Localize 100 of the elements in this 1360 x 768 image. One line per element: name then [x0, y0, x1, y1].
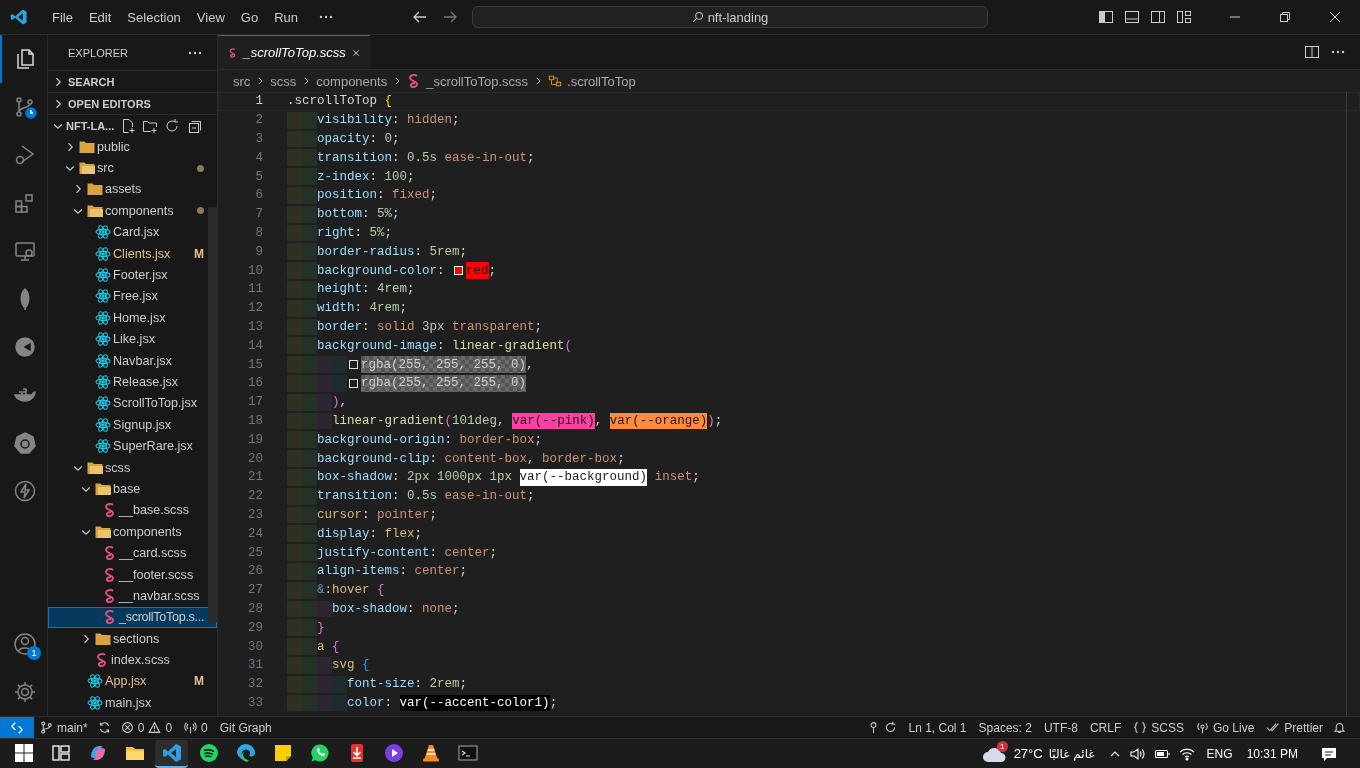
line-number: 20	[247, 451, 263, 466]
tree-item[interactable]: App.jsx M	[48, 670, 205, 693]
breadcrumb-item[interactable]: scss	[270, 73, 297, 89]
tree-item[interactable]: scss	[48, 456, 205, 479]
new-file-icon[interactable]	[120, 117, 137, 134]
code-text: a {	[317, 638, 340, 655]
menu-item[interactable]: View	[188, 9, 233, 25]
ports-item[interactable]: 0	[178, 720, 214, 735]
secondary-sidebar-icon[interactable]	[1150, 9, 1166, 25]
refresh-icon[interactable]	[883, 721, 897, 734]
taskbar-button[interactable]	[155, 739, 188, 768]
tree-item[interactable]: Navbar.jsx	[48, 349, 205, 372]
remote-icon	[10, 720, 24, 735]
split-editor-icon[interactable]	[1304, 44, 1320, 60]
tree-item[interactable]: main.jsx	[48, 692, 205, 714]
prettier-item[interactable]: Prettier	[1260, 720, 1329, 735]
tree-item[interactable]: __navbar.scss	[48, 585, 205, 607]
tree-item[interactable]: components	[48, 200, 205, 222]
tree-item[interactable]: Clients.jsx M	[48, 242, 205, 265]
color-value: var(--background)	[519, 468, 648, 486]
go-live-item[interactable]: Go Live	[1189, 720, 1261, 735]
tree-item[interactable]: __footer.scss	[48, 563, 205, 586]
forward-arrow-icon[interactable]	[442, 9, 458, 25]
refresh-icon[interactable]	[164, 117, 181, 134]
git-graph-item[interactable]: Git Graph	[213, 720, 278, 735]
accounts-item[interactable]: 1	[0, 620, 47, 668]
code-text: ;	[488, 262, 497, 279]
color-swatch-icon[interactable]	[349, 378, 359, 388]
breadcrumb-item[interactable]: components	[316, 73, 388, 89]
scrollbar-thumb[interactable]	[208, 207, 217, 622]
status-item[interactable]: CRLF	[1083, 720, 1128, 735]
tree-item[interactable]: _scrollToTop.s...	[48, 606, 217, 628]
tree-item[interactable]: base	[48, 478, 205, 500]
temperature-text: 27°C	[1013, 746, 1043, 761]
section-header[interactable]: OPEN EDITORS	[48, 92, 217, 114]
tree-item[interactable]: Like.jsx	[48, 328, 205, 350]
status-item[interactable]: Ln 1, Col 1	[902, 720, 973, 735]
color-swatch-icon[interactable]	[349, 360, 359, 370]
problems-item[interactable]: 0 0	[114, 720, 179, 735]
tree-item[interactable]: SuperRare.jsx	[48, 435, 205, 457]
tree-item[interactable]: Free.jsx	[48, 285, 205, 308]
four-squares-icon	[13, 742, 34, 763]
tree-item[interactable]: src	[48, 157, 205, 179]
breadcrumb-item[interactable]: _scrollToTop.scss	[426, 73, 529, 89]
tree-item[interactable]: Footer.jsx	[48, 264, 205, 286]
line-number: 30	[247, 639, 263, 654]
menu-item[interactable]: File	[44, 9, 81, 25]
close-icon[interactable]	[1328, 10, 1342, 24]
back-arrow-icon[interactable]	[412, 9, 428, 25]
branch-item[interactable]: main*	[34, 720, 94, 735]
bell-icon[interactable]	[1333, 721, 1346, 734]
project-name[interactable]: NFT-LA...	[66, 119, 115, 132]
notification-badge: 1	[996, 740, 1008, 752]
tree-item[interactable]: __card.scss	[48, 542, 205, 564]
tree-item[interactable]: Card.jsx	[48, 221, 205, 243]
sidebar-toggle-icon[interactable]	[1098, 9, 1114, 25]
braces-icon	[1133, 721, 1148, 734]
curly-s-icon	[103, 566, 117, 583]
code-text: align-items: center;	[317, 563, 468, 580]
tree-item[interactable]: Signup.jsx	[48, 414, 205, 436]
tree-item[interactable]: index.scss	[48, 649, 205, 671]
remote-button[interactable]	[0, 717, 34, 738]
menu-item[interactable]: Selection	[119, 9, 189, 25]
settings-icon[interactable]	[12, 680, 37, 704]
language-item[interactable]: SCSS	[1127, 720, 1190, 735]
code-text: z-index: 100;	[317, 168, 415, 185]
layout-icon[interactable]	[1176, 9, 1192, 25]
editor-tab[interactable]: _scrollToTop.scss	[218, 35, 370, 69]
code-text: inset;	[653, 469, 700, 486]
search-field[interactable]: nft-landing	[472, 6, 988, 28]
tree-item[interactable]: public	[48, 136, 205, 158]
tree-item[interactable]: __base.scss	[48, 499, 205, 522]
line-number: 12	[247, 301, 263, 316]
breadcrumb-item[interactable]: src	[233, 73, 251, 89]
menu-item[interactable]: Edit	[80, 9, 120, 25]
status-item[interactable]: UTF-8	[1037, 720, 1084, 735]
atom-icon	[95, 288, 111, 305]
status-item[interactable]: Spaces: 2	[972, 720, 1038, 735]
menu-item[interactable]: Go	[232, 9, 267, 25]
code-text: visibility: hidden;	[317, 112, 460, 129]
menu-item[interactable]: Run	[266, 9, 306, 25]
restore-icon[interactable]	[1278, 10, 1292, 24]
color-value: rgba(255, 255, 255, 0)	[361, 374, 527, 392]
color-value: var(--pink)	[512, 412, 595, 430]
tree-item[interactable]: sections	[48, 628, 205, 650]
tree-item[interactable]: Release.jsx	[48, 371, 205, 393]
language-indicator[interactable]: ENG	[1206, 746, 1233, 761]
code-text: height: 4rem;	[317, 281, 415, 298]
tree-item[interactable]: Home.jsx	[48, 307, 205, 329]
speaker-icon[interactable]	[1128, 745, 1145, 762]
chat-bubble-icon	[309, 742, 330, 763]
clock-text[interactable]: 10:31 PM	[1246, 746, 1298, 761]
breadcrumb-item[interactable]: .scrollToTop	[567, 73, 636, 89]
tree-item[interactable]: components	[48, 521, 205, 543]
line-number: 25	[247, 545, 263, 560]
sync-icon[interactable]	[97, 721, 111, 734]
section-header[interactable]: SEARCH	[48, 70, 217, 92]
tree-item[interactable]: ScrollToTop.jsx	[48, 392, 205, 415]
panel-toggle-icon[interactable]	[1124, 9, 1140, 25]
tree-item[interactable]: assets	[48, 178, 205, 201]
